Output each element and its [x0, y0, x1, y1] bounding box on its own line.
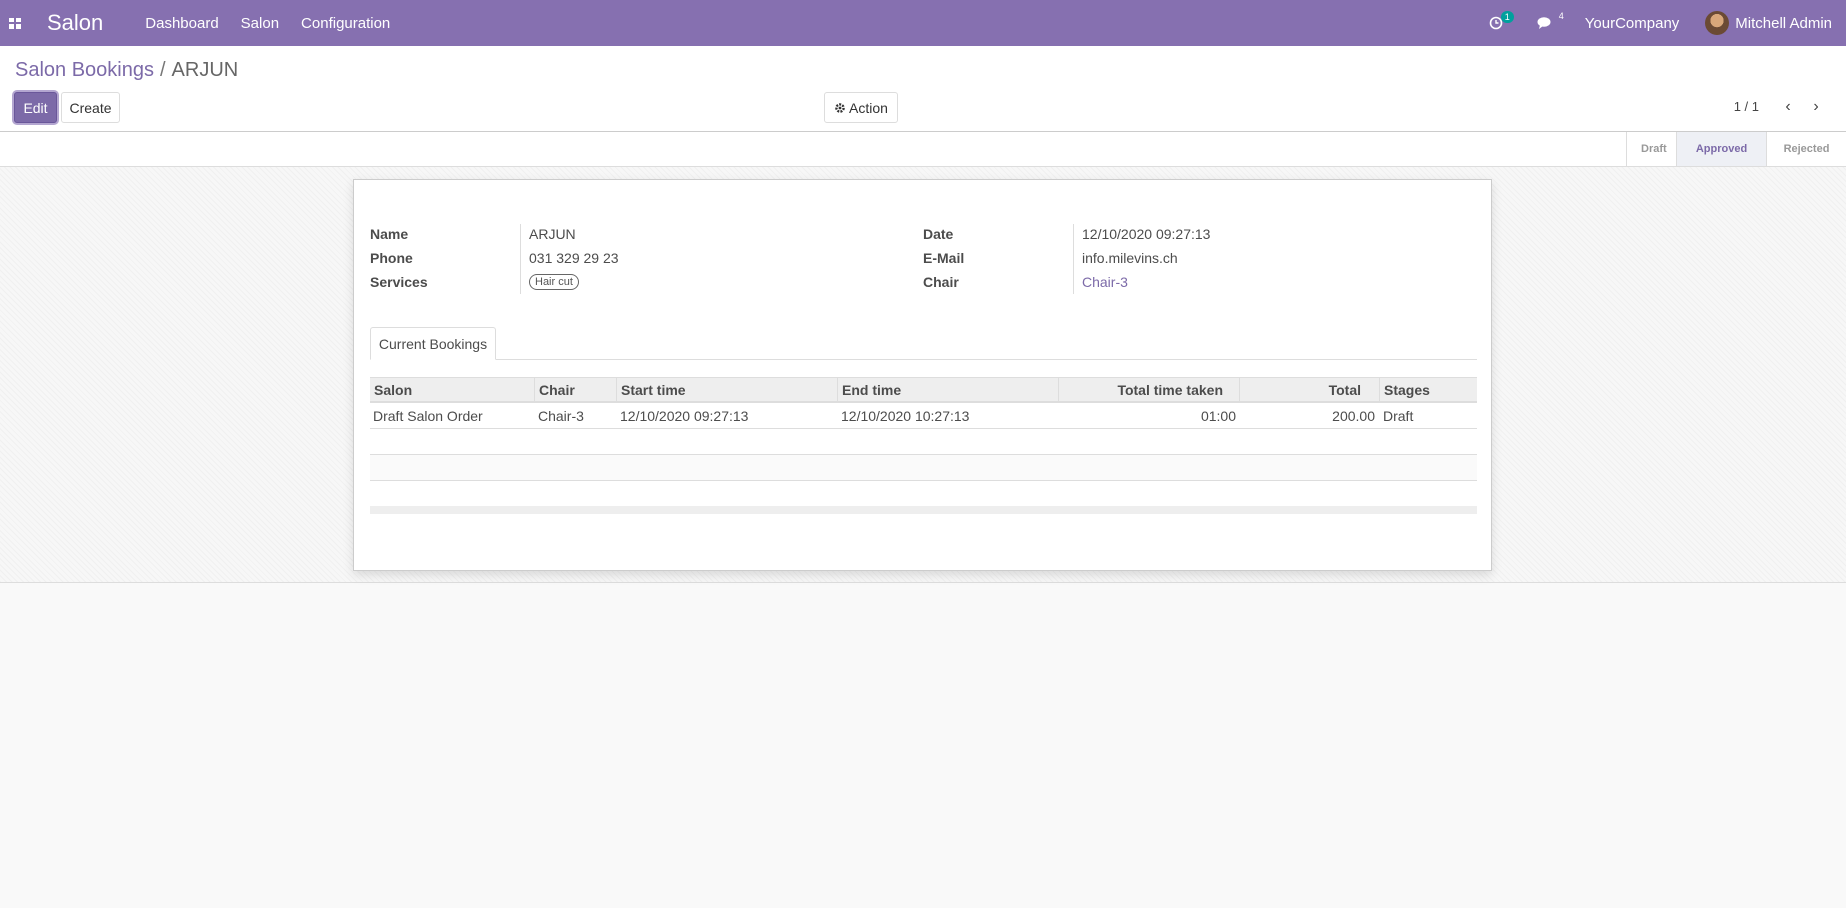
column-separator	[1058, 378, 1059, 402]
activity-badge: 1	[1500, 11, 1514, 23]
stage-approved[interactable]: Approved	[1676, 132, 1766, 166]
name-label: Name	[370, 226, 409, 242]
table-empty-row	[370, 455, 1477, 481]
right-group-divider	[1073, 224, 1074, 294]
pager-value[interactable]: 1 / 1	[1734, 99, 1759, 114]
column-separator	[534, 378, 535, 402]
breadcrumb-parent[interactable]: Salon Bookings	[15, 59, 154, 81]
user-avatar[interactable]	[1705, 11, 1730, 35]
cell-end-time: 12/10/2020 10:27:13	[841, 408, 970, 424]
cell-salon: Draft Salon Order	[373, 408, 483, 424]
column-separator	[1379, 378, 1380, 402]
phone-label: Phone	[370, 250, 413, 266]
pager-previous-icon[interactable]: ‹	[1780, 98, 1796, 116]
table-empty-row	[370, 481, 1477, 506]
bookings-table: Salon Chair Start time End time Total ti…	[370, 377, 1477, 514]
column-stages[interactable]: Stages	[1384, 382, 1430, 398]
table-row[interactable]: Draft Salon Order Chair-3 12/10/2020 09:…	[370, 403, 1477, 429]
date-label: Date	[923, 226, 954, 242]
breadcrumb-separator: /	[159, 59, 166, 81]
stage-rejected[interactable]: Rejected	[1766, 132, 1846, 166]
app-brand[interactable]: Salon	[47, 10, 103, 36]
column-start-time[interactable]: Start time	[621, 382, 686, 398]
form-sheet: Name ARJUN Phone 031 329 29 23 Services …	[353, 179, 1492, 571]
column-separator	[1239, 378, 1240, 402]
cell-start-time: 12/10/2020 09:27:13	[620, 408, 749, 424]
column-end-time[interactable]: End time	[842, 382, 901, 398]
menu-configuration[interactable]: Configuration	[301, 15, 390, 32]
control-panel: Salon Bookings / ARJUN Edit Create Action …	[0, 46, 1846, 132]
name-value: ARJUN	[529, 226, 576, 242]
column-separator	[616, 378, 617, 402]
phone-value: 031 329 29 23	[529, 250, 619, 266]
pager-next-icon[interactable]: ›	[1808, 98, 1824, 116]
services-label: Services	[370, 274, 428, 290]
chair-link[interactable]: Chair-3	[1082, 274, 1128, 290]
cell-total: 200.00	[1332, 408, 1375, 424]
cell-chair: Chair-3	[538, 408, 584, 424]
stage-pipeline: Draft Approved Rejected	[1626, 132, 1846, 166]
status-bar: Draft Approved Rejected	[0, 132, 1846, 167]
gear-icon	[835, 102, 845, 113]
date-value: 12/10/2020 09:27:13	[1082, 226, 1211, 242]
apps-menu-icon[interactable]	[0, 0, 30, 46]
service-tag: Hair cut	[529, 274, 579, 290]
breadcrumb-current: ARJUN	[171, 59, 239, 81]
company-switcher[interactable]: YourCompany	[1585, 15, 1680, 32]
column-chair[interactable]: Chair	[539, 382, 575, 398]
messages-chat-icon[interactable]: 4	[1537, 11, 1564, 33]
cell-total-time: 01:00	[1200, 408, 1236, 424]
user-menu[interactable]: Mitchell Admin	[1735, 15, 1832, 32]
email-label: E-Mail	[923, 250, 965, 266]
create-button[interactable]: Create	[61, 92, 120, 123]
column-total[interactable]: Total	[1329, 382, 1361, 398]
column-total-time[interactable]: Total time taken	[1117, 382, 1223, 398]
table-empty-row	[370, 429, 1477, 455]
column-separator	[837, 378, 838, 402]
chair-label: Chair	[923, 274, 959, 290]
left-group-divider	[520, 224, 521, 294]
table-header: Salon Chair Start time End time Total ti…	[370, 377, 1477, 403]
top-navbar: Salon Dashboard Salon Configuration 1 4 …	[0, 0, 1846, 46]
notebook-tabs: Current Bookings	[370, 327, 1477, 360]
menu-salon[interactable]: Salon	[241, 15, 279, 32]
messages-badge: 4	[1558, 11, 1564, 21]
cell-stage: Draft	[1383, 408, 1414, 424]
tab-current-bookings[interactable]: Current Bookings	[370, 327, 496, 360]
activity-clock-icon[interactable]: 1	[1489, 11, 1514, 33]
action-label: Action	[849, 99, 888, 116]
edit-button[interactable]: Edit	[14, 92, 57, 123]
action-button[interactable]: Action	[824, 92, 898, 123]
menu-dashboard[interactable]: Dashboard	[145, 15, 218, 32]
stage-draft[interactable]: Draft	[1626, 132, 1676, 166]
table-footer	[370, 506, 1477, 514]
column-salon[interactable]: Salon	[374, 382, 412, 398]
breadcrumb: Salon Bookings / ARJUN	[15, 59, 238, 82]
email-value: info.milevins.ch	[1082, 250, 1178, 266]
